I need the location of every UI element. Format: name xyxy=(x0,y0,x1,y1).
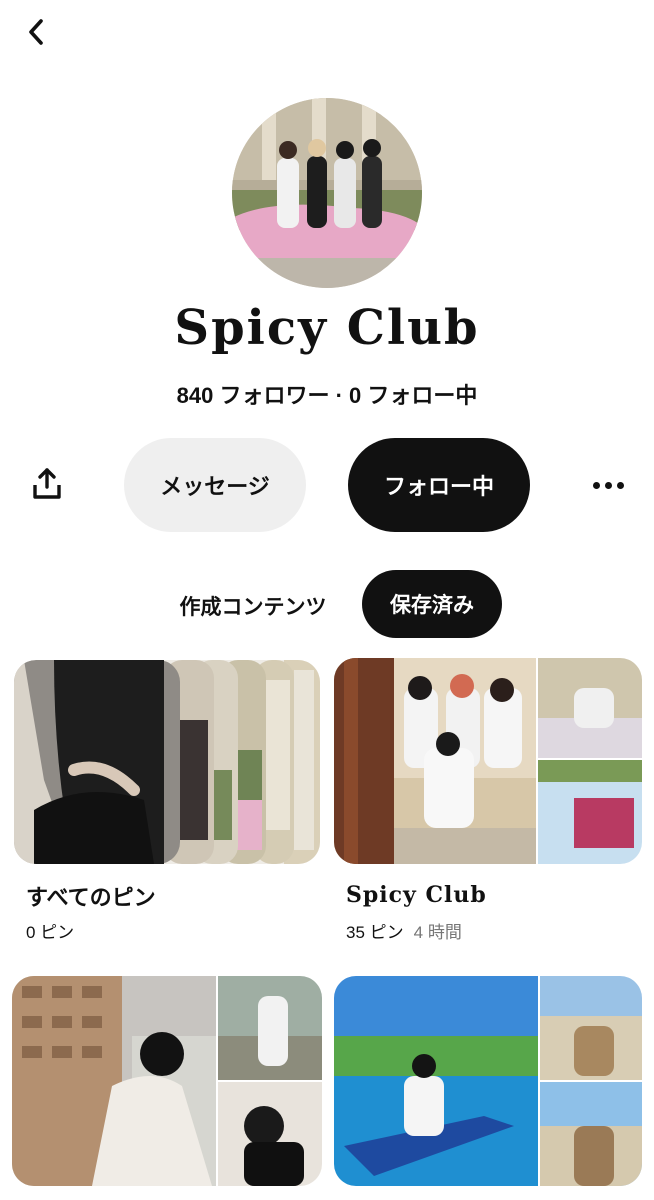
board-meta: 0 ピン xyxy=(26,918,74,943)
share-icon xyxy=(33,468,61,499)
avatar xyxy=(232,98,422,288)
board-title[interactable]: すべてのピン xyxy=(26,880,156,912)
board-pin-count: 35 ピン xyxy=(346,923,404,942)
board-pin-count: 0 ピン xyxy=(26,923,75,942)
profile-name: Spicy Club xyxy=(174,300,480,356)
follow-stats: 840 フォロワー · 0 フォロー中 xyxy=(176,383,478,408)
board-cover-spicy-club[interactable] xyxy=(334,658,642,864)
board-cover[interactable] xyxy=(334,976,642,1186)
chevron-left-icon xyxy=(29,19,43,45)
board-cover[interactable] xyxy=(12,976,322,1186)
tab-saved[interactable]: 保存済み xyxy=(362,570,502,638)
more-horizontal-icon xyxy=(592,481,600,489)
following-button[interactable]: フォロー中 xyxy=(348,438,530,532)
back-button[interactable] xyxy=(18,14,54,50)
message-button[interactable]: メッセージ xyxy=(124,438,306,532)
tab-created[interactable]: 作成コンテンツ xyxy=(158,576,348,636)
board-title[interactable]: Spicy Club xyxy=(346,882,487,908)
share-button[interactable] xyxy=(30,464,64,504)
more-button[interactable] xyxy=(588,472,628,498)
board-cover-all-pins[interactable] xyxy=(14,660,320,864)
board-meta: 35 ピン 4 時間 xyxy=(346,918,462,943)
board-updated-time: 4 時間 xyxy=(413,923,462,942)
